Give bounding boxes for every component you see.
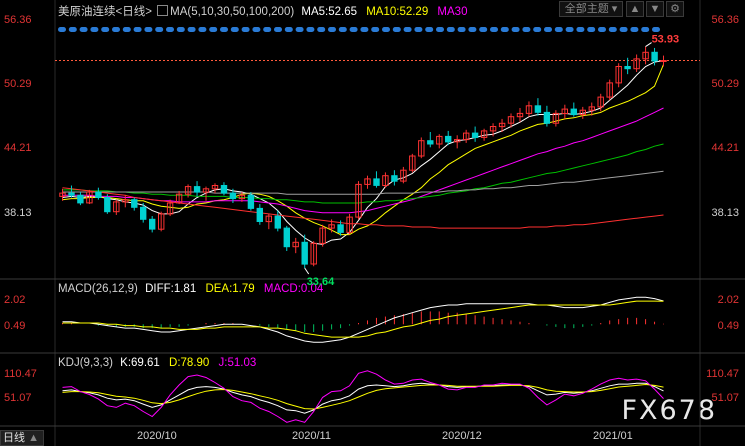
- kdj-j-line: [62, 370, 664, 423]
- candle-body: [256, 207, 264, 222]
- event-marker: [176, 27, 185, 32]
- event-marker: [101, 27, 110, 32]
- candle-body: [337, 224, 344, 233]
- event-marker: [446, 27, 455, 32]
- event-marker: [468, 27, 477, 32]
- kdj-k-line: [62, 382, 664, 414]
- high-label: 53.93: [652, 34, 680, 46]
- candle-body: [543, 111, 551, 124]
- event-marker: [414, 27, 423, 32]
- event-marker: [630, 27, 639, 32]
- event-marker: [511, 27, 520, 32]
- candle-body: [229, 192, 237, 200]
- candle-body: [131, 199, 138, 208]
- event-marker: [565, 27, 574, 32]
- candle-body: [193, 186, 201, 193]
- candle-body: [427, 140, 434, 145]
- candle-body: [68, 192, 75, 196]
- event-marker: [338, 27, 347, 32]
- event-marker: [652, 27, 660, 32]
- candle-body: [301, 241, 308, 265]
- event-marker: [144, 27, 153, 32]
- event-marker: [155, 27, 164, 32]
- event-marker: [392, 27, 401, 32]
- event-marker: [554, 27, 563, 32]
- event-marker: [90, 27, 99, 32]
- event-marker: [295, 27, 304, 32]
- chart-canvas[interactable]: 53.93 33.64: [0, 0, 745, 446]
- candle-body: [391, 175, 398, 182]
- candle-body: [651, 51, 658, 62]
- event-marker: [479, 27, 488, 32]
- candle-body: [220, 185, 228, 194]
- event-marker: [587, 27, 596, 32]
- event-marker: [274, 27, 282, 32]
- event-marker: [500, 27, 509, 32]
- event-marker: [544, 27, 552, 32]
- event-marker: [284, 27, 293, 32]
- event-marker: [187, 27, 196, 32]
- low-pointer: [304, 267, 310, 275]
- event-marker: [317, 27, 326, 32]
- event-marker: [371, 27, 380, 32]
- event-marker: [328, 27, 336, 32]
- candle-body: [534, 105, 542, 113]
- event-marker: [436, 27, 444, 32]
- event-marker: [220, 27, 228, 32]
- candle-body: [570, 108, 577, 116]
- event-marker: [58, 27, 66, 32]
- candle-body: [283, 227, 291, 248]
- candle-body: [95, 191, 102, 198]
- event-marker: [598, 27, 606, 32]
- event-marker: [403, 27, 412, 32]
- candle-body: [445, 135, 452, 143]
- ma-line-ma100: [62, 170, 664, 195]
- event-marker: [166, 27, 174, 32]
- event-marker: [306, 27, 315, 32]
- event-marker: [198, 27, 207, 32]
- event-marker: [425, 27, 434, 32]
- event-marker: [608, 27, 617, 32]
- ma-line-ma10: [62, 64, 664, 236]
- candle-body: [77, 194, 84, 204]
- event-marker: [112, 27, 120, 32]
- event-marker: [133, 27, 142, 32]
- candle-body: [247, 194, 255, 209]
- event-marker: [209, 27, 218, 32]
- event-marker: [619, 27, 628, 32]
- event-marker: [349, 27, 358, 32]
- event-marker: [263, 27, 272, 32]
- event-marker: [382, 27, 390, 32]
- candle-body: [624, 66, 631, 70]
- event-marker: [522, 27, 531, 32]
- candle-body: [660, 60, 667, 62]
- event-marker: [360, 27, 369, 32]
- event-marker: [252, 27, 261, 32]
- event-marker: [457, 27, 466, 32]
- low-label: 33.64: [307, 276, 335, 288]
- event-marker: [79, 27, 88, 32]
- kdj-d-line: [62, 383, 664, 410]
- event-marker: [230, 27, 239, 32]
- event-marker: [641, 27, 650, 32]
- macd-diff-line: [62, 296, 664, 343]
- event-marker: [68, 27, 77, 32]
- event-marker: [490, 27, 498, 32]
- event-marker: [576, 27, 585, 32]
- candle-body: [274, 215, 282, 229]
- candle-body: [140, 206, 147, 220]
- candle-body: [104, 197, 111, 213]
- ma-line-ma30: [62, 107, 664, 214]
- event-marker: [533, 27, 542, 32]
- event-marker: [122, 27, 131, 32]
- candle-body: [373, 178, 380, 186]
- candle-body: [471, 132, 479, 139]
- candle-body: [149, 218, 156, 230]
- event-marker: [241, 27, 250, 32]
